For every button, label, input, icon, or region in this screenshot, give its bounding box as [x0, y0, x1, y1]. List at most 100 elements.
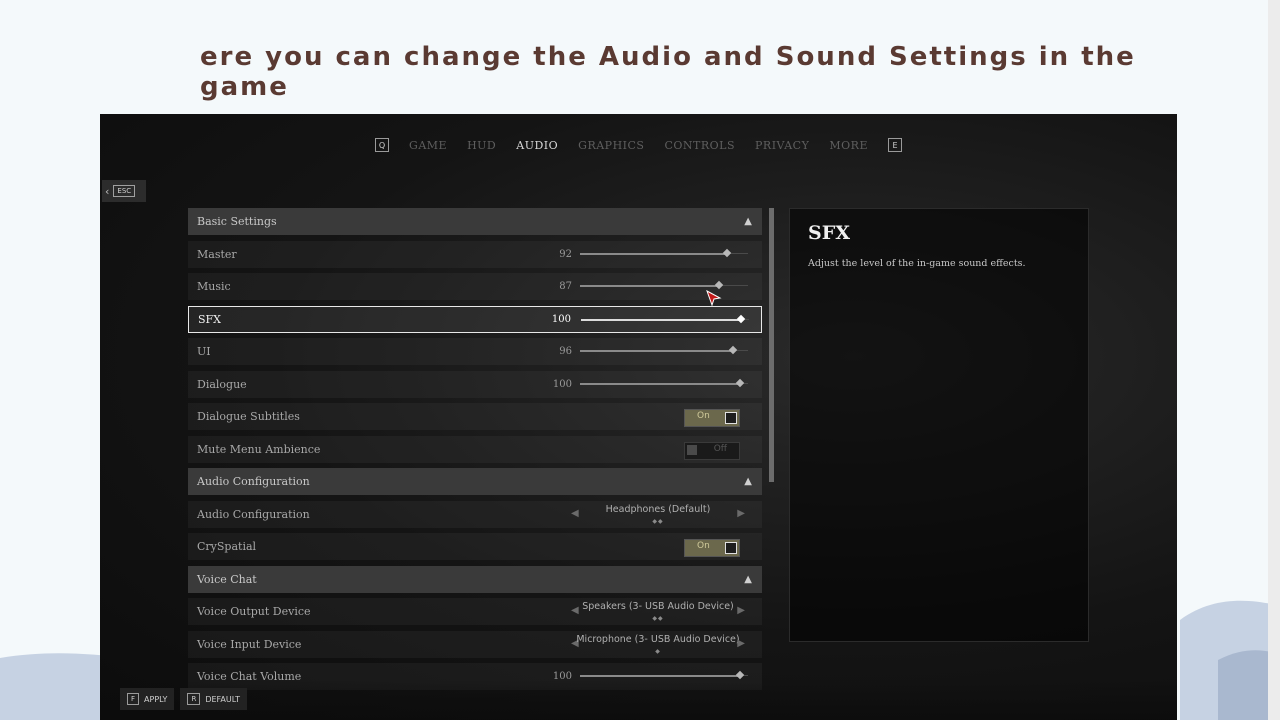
setting-value: 96	[559, 346, 572, 357]
selector-value: Headphones (Default)	[605, 503, 711, 515]
next-tab-key[interactable]: E	[887, 138, 902, 152]
edge-shade	[1268, 0, 1280, 720]
setting-audio-configuration[interactable]: Audio Configuration ◀ Headphones (Defaul…	[188, 500, 762, 528]
chevron-up-icon: ▲	[744, 476, 752, 487]
apply-button[interactable]: F APPLY	[120, 688, 175, 710]
option-dots: ◆	[655, 647, 661, 655]
selector-value: Microphone (3- USB Audio Device)	[576, 633, 740, 645]
section-voice-chat[interactable]: Voice Chat ▲	[188, 565, 762, 593]
setting-value: 87	[559, 281, 572, 292]
toggle-state: On	[697, 541, 710, 551]
setting-label: Mute Menu Ambience	[197, 442, 321, 456]
mouse-cursor-icon	[706, 290, 722, 306]
option-dots: ◆◆	[652, 615, 664, 622]
tab-more[interactable]: MORE	[829, 139, 868, 152]
dialogue-slider[interactable]	[580, 377, 748, 391]
detail-panel: SFX Adjust the level of the in-game soun…	[789, 208, 1089, 642]
ui-slider[interactable]	[580, 344, 748, 358]
master-slider[interactable]	[580, 247, 748, 261]
setting-label: Music	[197, 280, 231, 293]
option-dots: ◆◆	[652, 517, 664, 525]
chevron-left-icon: ‹	[105, 184, 110, 198]
action-bar: F APPLY R DEFAULT	[120, 688, 247, 710]
setting-value: 100	[552, 378, 572, 390]
slider-handle[interactable]	[728, 345, 738, 355]
toggle-knob	[725, 412, 737, 424]
setting-label: Master	[197, 247, 237, 261]
detail-description: Adjust the level of the in-game sound ef…	[808, 258, 1026, 269]
setting-music[interactable]: Music 87	[188, 273, 762, 300]
section-audio-configuration[interactable]: Audio Configuration ▲	[188, 468, 762, 495]
arrow-right-icon[interactable]: ▶	[737, 605, 745, 616]
settings-scrollbar[interactable]	[769, 208, 774, 482]
setting-value: 100	[552, 671, 572, 682]
tab-privacy[interactable]: PRIVACY	[755, 139, 809, 152]
voice-output-selector[interactable]: ◀ Speakers (3- USB Audio Device) ◆◆ ▶	[568, 598, 748, 625]
setting-label: Dialogue Subtitles	[197, 410, 300, 423]
setting-dialogue[interactable]: Dialogue 100	[188, 370, 762, 398]
toggle-state: On	[697, 411, 710, 421]
setting-voice-output-device[interactable]: Voice Output Device ◀ Speakers (3- USB A…	[188, 598, 762, 625]
setting-cryspatial[interactable]: CrySpatial On	[188, 533, 762, 560]
section-label: Audio Configuration	[197, 475, 310, 488]
setting-sfx[interactable]: SFX 100	[188, 305, 762, 333]
toggle-knob	[687, 444, 697, 455]
setting-mute-menu-ambience[interactable]: Mute Menu Ambience Off	[188, 435, 762, 463]
esc-key: ESC	[113, 185, 136, 197]
game-settings-screen: Q GAME HUD AUDIO GRAPHICS CONTROLS PRIVA…	[100, 114, 1177, 720]
tab-controls[interactable]: CONTROLS	[664, 139, 735, 152]
apply-key: F	[127, 693, 140, 705]
slider-handle[interactable]	[722, 248, 732, 257]
sfx-slider[interactable]	[581, 313, 749, 327]
tab-hud[interactable]: HUD	[467, 139, 496, 152]
toggle-state: Off	[713, 443, 727, 454]
setting-ui[interactable]: UI 96	[188, 338, 762, 365]
tab-graphics[interactable]: GRAPHICS	[578, 139, 644, 152]
slider-handle[interactable]	[714, 280, 724, 290]
voice-chat-volume-slider[interactable]	[580, 669, 748, 683]
setting-value: 100	[551, 313, 571, 325]
setting-label: CrySpatial	[197, 540, 257, 553]
audio-configuration-selector[interactable]: ◀ Headphones (Default) ◆◆ ▶	[568, 501, 748, 528]
slider-handle[interactable]	[735, 378, 744, 387]
default-button[interactable]: R DEFAULT	[180, 688, 247, 710]
setting-voice-input-device[interactable]: Voice Input Device ◀ Microphone (3- USB …	[188, 630, 762, 658]
setting-label: UI	[197, 345, 211, 358]
default-label: DEFAULT	[205, 694, 240, 704]
setting-label: Dialogue	[197, 377, 247, 391]
arrow-right-icon[interactable]: ▶	[737, 638, 745, 649]
section-basic-settings[interactable]: Basic Settings ▲	[188, 208, 762, 235]
setting-voice-chat-volume[interactable]: Voice Chat Volume 100	[188, 663, 762, 690]
toggle-knob	[725, 542, 737, 554]
setting-label: Audio Configuration	[197, 507, 310, 521]
setting-label: Voice Input Device	[197, 637, 302, 651]
settings-tab-bar: Q GAME HUD AUDIO GRAPHICS CONTROLS PRIVA…	[100, 114, 1177, 176]
setting-master[interactable]: Master 92	[188, 240, 762, 268]
music-slider[interactable]	[580, 279, 748, 293]
selector-value: Speakers (3- USB Audio Device)	[582, 601, 734, 612]
tab-game[interactable]: GAME	[409, 139, 447, 152]
chevron-up-icon: ▲	[744, 216, 752, 227]
slider-handle[interactable]	[735, 670, 744, 680]
settings-list: Basic Settings ▲ Master 92 Music 87 SFX …	[188, 208, 762, 696]
back-button[interactable]: ‹ ESC	[102, 180, 146, 202]
setting-value: 92	[559, 248, 572, 260]
arrow-right-icon[interactable]: ▶	[737, 508, 745, 519]
section-label: Voice Chat	[197, 572, 257, 586]
detail-title: SFX	[808, 222, 850, 244]
prev-tab-key[interactable]: Q	[375, 138, 390, 152]
slider-handle[interactable]	[736, 314, 745, 323]
apply-label: APPLY	[144, 694, 168, 704]
setting-label: SFX	[198, 312, 221, 326]
cryspatial-toggle[interactable]: On	[684, 539, 740, 557]
dialogue-subtitles-toggle[interactable]: On	[684, 409, 740, 427]
voice-input-selector[interactable]: ◀ Microphone (3- USB Audio Device) ◆ ▶	[568, 631, 748, 658]
video-caption: ere you can change the Audio and Sound S…	[200, 42, 1136, 102]
setting-label: Voice Chat Volume	[197, 670, 302, 683]
mute-menu-ambience-toggle[interactable]: Off	[684, 441, 740, 460]
tab-audio[interactable]: AUDIO	[516, 139, 558, 152]
default-key: R	[187, 693, 201, 705]
setting-dialogue-subtitles[interactable]: Dialogue Subtitles On	[188, 403, 762, 430]
section-label: Basic Settings	[197, 215, 277, 228]
chevron-up-icon: ▲	[744, 573, 752, 585]
